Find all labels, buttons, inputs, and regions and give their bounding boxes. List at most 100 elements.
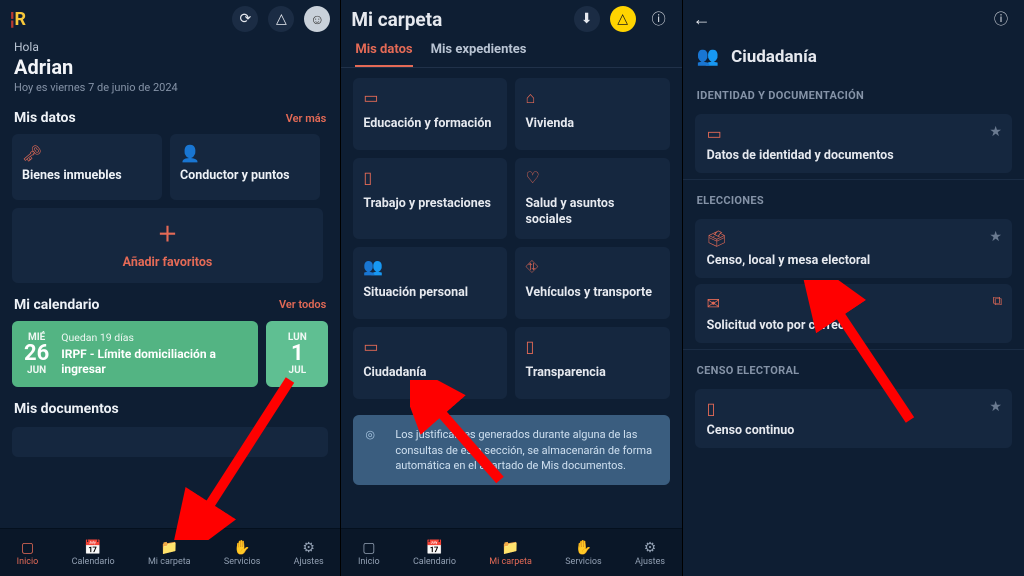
row-label: Datos de identidad y documentos xyxy=(707,148,1000,163)
tab-label: Servicios xyxy=(224,557,260,567)
tile-add-favoritos[interactable]: ＋ Añadir favoritos xyxy=(12,208,323,283)
screen-ciudadania: ← ⓘ 👥 Ciudadanía IDENTIDAD Y DOCUMENTACI… xyxy=(683,0,1024,576)
vermas-link[interactable]: Ver más xyxy=(286,112,327,125)
screen-micarpeta: Mi carpeta ⬇ △ ⓘ Mis datos Mis expedient… xyxy=(341,0,682,576)
alert-icon[interactable]: △ xyxy=(610,6,636,32)
tabbar: ▢Inicio 📅Calendario 📁Mi carpeta ✋Servici… xyxy=(0,528,340,576)
tab-misexpedientes[interactable]: Mis expedientes xyxy=(431,42,527,67)
tab-calendario[interactable]: 📅Calendario xyxy=(72,539,115,567)
avatar[interactable]: ☺ xyxy=(304,6,330,32)
cat-salud[interactable]: ♡Salud y asuntos sociales xyxy=(515,158,669,239)
tab-inicio[interactable]: ▢Inicio xyxy=(17,539,39,567)
star-icon[interactable]: ★ xyxy=(989,229,1002,245)
tab-label: Ajustes xyxy=(635,557,665,567)
tab-ajustes[interactable]: ⚙Ajustes xyxy=(294,539,324,567)
cal-day: 26 xyxy=(24,343,49,365)
page-title: Mi carpeta xyxy=(351,8,442,31)
subhead-elecciones: ELECCIONES xyxy=(683,179,1024,213)
info-icon[interactable]: ⓘ xyxy=(646,6,672,32)
app-logo: ¦R xyxy=(10,9,26,30)
doc-icon: ▯ xyxy=(525,337,659,355)
section-header: 👥 Ciudadanía xyxy=(683,38,1024,75)
tab-servicios[interactable]: ✋Servicios xyxy=(565,539,601,567)
star-icon[interactable]: ★ xyxy=(989,399,1002,415)
tab-misdatos[interactable]: Mis datos xyxy=(355,42,412,67)
info-text: Los justificantes generados durante algu… xyxy=(395,428,652,472)
row-voto-correo[interactable]: ✉ Solicitud voto por correo ⧉ xyxy=(695,284,1012,343)
topbar: ¦R ⟳ △ ☺ xyxy=(0,0,340,38)
back-icon[interactable]: ← xyxy=(693,9,711,30)
tile-bienes[interactable]: 🗝 Bienes inmuebles xyxy=(12,134,162,200)
row-label: Censo, local y mesa electoral xyxy=(707,253,1000,268)
greeting-hola: Hola xyxy=(14,40,326,54)
greeting-date: Hoy es viernes 7 de junio de 2024 xyxy=(14,81,326,94)
cal-day: 1 xyxy=(288,343,307,365)
tab-calendario[interactable]: 📅Calendario xyxy=(413,539,456,567)
cal-card-next[interactable]: LUN 1 JUL xyxy=(266,321,328,387)
subhead-censo: CENSO ELECTORAL xyxy=(683,349,1024,383)
cat-situacion[interactable]: 👥Situación personal xyxy=(353,247,507,319)
micalendario-head: Mi calendario Ver todos xyxy=(0,287,340,317)
plus-icon: ＋ xyxy=(158,218,178,247)
refresh-icon[interactable]: ⟳ xyxy=(232,6,258,32)
misdoc-title: Mis documentos xyxy=(14,401,119,417)
card-icon: ▭ xyxy=(707,124,1000,140)
alert-icon[interactable]: △ xyxy=(268,6,294,32)
people-icon: 👥 xyxy=(697,46,719,67)
row-censo-local[interactable]: 🗳 Censo, local y mesa electoral ★ xyxy=(695,219,1012,278)
cat-vivienda[interactable]: ⌂ Vivienda xyxy=(515,78,669,150)
external-link-icon[interactable]: ⧉ xyxy=(993,294,1002,309)
row-censo-continuo[interactable]: ▯ Censo continuo ★ xyxy=(695,389,1012,448)
tabbar: ▢Inicio 📅Calendario 📁Mi carpeta ✋Servici… xyxy=(341,528,681,576)
info-box: ◎ Los justificantes generados durante al… xyxy=(353,415,669,485)
subhead-identidad: IDENTIDAD Y DOCUMENTACIÓN xyxy=(683,75,1024,108)
cat-label: Vivienda xyxy=(525,116,659,132)
cat-educacion[interactable]: ▭Educación y formación xyxy=(353,78,507,150)
tab-label: Servicios xyxy=(565,557,601,567)
tile-label: Bienes inmuebles xyxy=(22,168,152,184)
calendar-icon: 📅 xyxy=(72,539,115,557)
download-icon[interactable]: ⬇ xyxy=(574,6,600,32)
info-icon[interactable]: ⓘ xyxy=(988,6,1014,32)
cat-label: Educación y formación xyxy=(363,116,497,132)
cal-sub: Quedan 19 días xyxy=(61,331,246,344)
road-icon: ⛗ xyxy=(525,257,659,275)
tab-ajustes[interactable]: ⚙Ajustes xyxy=(635,539,665,567)
people-icon: 👥 xyxy=(363,257,497,275)
vertodos-link[interactable]: Ver todos xyxy=(279,298,326,311)
cat-vehiculos[interactable]: ⛗Vehículos y transporte xyxy=(515,247,669,319)
misdoc-box[interactable] xyxy=(12,427,328,457)
tile-label: Conductor y puntos xyxy=(180,168,310,184)
cal-dow: LUN xyxy=(288,332,307,343)
cat-transparencia[interactable]: ▯Transparencia xyxy=(515,327,669,399)
greeting: Hola Adrian Hoy es viernes 7 de junio de… xyxy=(0,38,340,100)
row-identidad[interactable]: ▭ Datos de identidad y documentos ★ xyxy=(695,114,1012,173)
tab-label: Mi carpeta xyxy=(489,557,532,567)
misdatos-title: Mis datos xyxy=(14,110,76,126)
greeting-name: Adrian xyxy=(14,55,326,79)
tab-label: Ajustes xyxy=(294,557,324,567)
tab-inicio[interactable]: ▢Inicio xyxy=(358,539,380,567)
tab-micarpeta[interactable]: 📁Mi carpeta xyxy=(489,539,532,567)
screen-inicio: ¦R ⟳ △ ☺ Hola Adrian Hoy es viernes 7 de… xyxy=(0,0,341,576)
tab-micarpeta[interactable]: 📁Mi carpeta xyxy=(148,539,191,567)
cat-label: Ciudadanía xyxy=(363,365,497,381)
row-label: Solicitud voto por correo xyxy=(707,318,1000,333)
home-icon: ⌂ xyxy=(525,88,659,106)
doc-icon: ▯ xyxy=(707,399,1000,415)
cal-title: IRPF - Límite domiciliación a ingresar xyxy=(61,347,246,377)
ballot-icon: 🗳 xyxy=(707,229,1000,245)
micalendario-title: Mi calendario xyxy=(14,297,99,313)
misdoc-head: Mis documentos xyxy=(0,391,340,421)
cal-body: Quedan 19 días IRPF - Límite domiciliaci… xyxy=(61,331,246,377)
steering-icon: ◎ xyxy=(365,427,375,442)
topbar: Mi carpeta ⬇ △ ⓘ xyxy=(341,0,681,38)
tab-servicios[interactable]: ✋Servicios xyxy=(224,539,260,567)
cat-ciudadania[interactable]: ▭Ciudadanía xyxy=(353,327,507,399)
tabs: Mis datos Mis expedientes xyxy=(341,38,681,68)
star-icon[interactable]: ★ xyxy=(989,124,1002,140)
tile-conductor[interactable]: 👤 Conductor y puntos xyxy=(170,134,320,200)
cal-mon: JUL xyxy=(288,365,307,376)
cat-trabajo[interactable]: ▯Trabajo y prestaciones xyxy=(353,158,507,239)
cal-card-irpf[interactable]: MIÉ 26 JUN Quedan 19 días IRPF - Límite … xyxy=(12,321,258,387)
